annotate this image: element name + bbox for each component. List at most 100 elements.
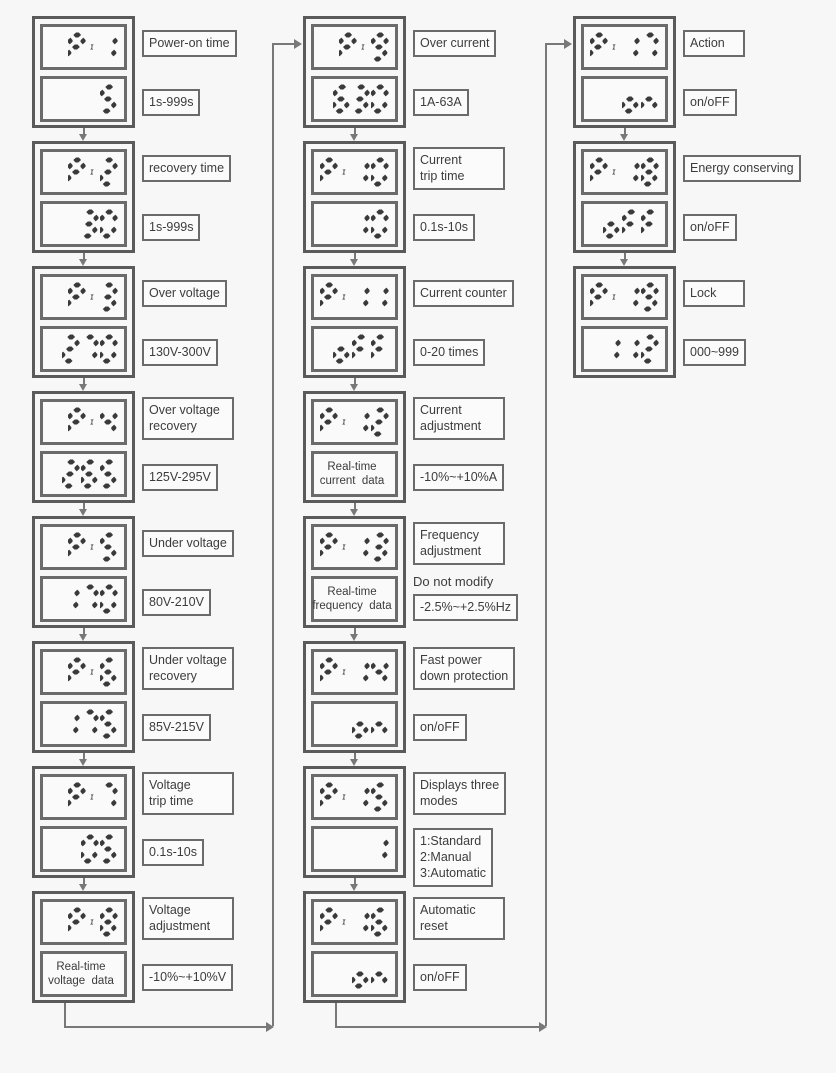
seven-segment-display	[68, 527, 119, 567]
device-p11[interactable]	[303, 266, 406, 378]
connector-arrow-down	[79, 884, 87, 891]
device-p15-label: Displays three modes	[413, 772, 507, 815]
device-p13-note: Do not modify	[413, 574, 494, 589]
device-p19[interactable]	[573, 266, 676, 378]
seven-segment-display	[62, 329, 119, 369]
seven-segment-display	[81, 204, 119, 244]
device-p1-range: 1s-999s	[142, 89, 201, 116]
device-p15[interactable]	[303, 766, 406, 878]
seven-segment-display	[68, 152, 119, 192]
seven-segment-display	[352, 954, 390, 994]
connector-arrow-down	[79, 134, 87, 141]
device-p12-value-text: Real-time current data	[319, 461, 385, 487]
device-p16-range: on/oFF	[413, 964, 467, 991]
device-p10[interactable]	[303, 141, 406, 253]
device-p7-value-panel	[40, 826, 127, 872]
device-p14-value-panel	[311, 701, 398, 747]
device-p11-label: Current counter	[413, 280, 514, 307]
intercol-1-rise	[272, 43, 274, 1026]
connector-arrow-down	[79, 384, 87, 391]
connector-arrow-down	[350, 259, 358, 266]
device-p11-value-panel	[311, 326, 398, 372]
device-p13-label: Frequency adjustment	[413, 522, 505, 565]
device-p8-value-text: Real-time voltage data	[48, 961, 114, 987]
device-p19-range: 000~999	[683, 339, 747, 366]
device-p9-label: Over current	[413, 30, 497, 57]
seven-segment-display	[333, 79, 390, 119]
device-p16-code-panel	[311, 899, 398, 945]
device-p14[interactable]	[303, 641, 406, 753]
device-p8[interactable]: Real-time voltage data	[32, 891, 135, 1003]
seven-segment-display	[333, 329, 390, 369]
seven-segment-display	[603, 329, 660, 369]
seven-segment-display	[320, 652, 390, 692]
device-p4[interactable]	[32, 391, 135, 503]
device-p7-label: Voltage trip time	[142, 772, 234, 815]
device-p13[interactable]: Real-time frequency data	[303, 516, 406, 628]
device-p13-range: -2.5%~+2.5%Hz	[413, 594, 519, 621]
device-p7[interactable]	[32, 766, 135, 878]
device-p12-range: -10%~+10%A	[413, 464, 505, 491]
device-p10-value-panel	[311, 201, 398, 247]
device-p3-code-panel	[40, 274, 127, 320]
device-p10-label: Current trip time	[413, 147, 505, 190]
seven-segment-display	[590, 27, 660, 67]
device-p12-label: Current adjustment	[413, 397, 505, 440]
device-p18-range: on/oFF	[683, 214, 737, 241]
intercol-2-down	[335, 1003, 337, 1026]
seven-segment-display	[603, 204, 660, 244]
seven-segment-display	[622, 79, 660, 119]
device-p2[interactable]	[32, 141, 135, 253]
device-p14-label: Fast power down protection	[413, 647, 516, 690]
device-p13-value-text: Real-time frequency data	[312, 586, 392, 612]
device-p16[interactable]	[303, 891, 406, 1003]
device-p12-value-panel: Real-time current data	[311, 451, 398, 497]
intercol-1-arrow-enter	[294, 39, 302, 49]
seven-segment-display	[81, 829, 119, 869]
seven-segment-display	[320, 902, 390, 942]
device-p9-code-panel	[311, 24, 398, 70]
seven-segment-display	[62, 704, 119, 744]
seven-segment-display	[590, 277, 660, 317]
device-p9[interactable]	[303, 16, 406, 128]
connector-arrow-down	[79, 634, 87, 641]
device-p1-code-panel	[40, 24, 127, 70]
connector-arrow-down	[350, 759, 358, 766]
device-p5-label: Under voltage	[142, 530, 234, 557]
intercol-2-right	[335, 1026, 545, 1028]
connector-arrow-down	[620, 259, 628, 266]
connector-arrow-down	[620, 134, 628, 141]
device-p15-code-panel	[311, 774, 398, 820]
device-p17[interactable]	[573, 16, 676, 128]
connector-arrow-down	[350, 884, 358, 891]
intercol-1-down	[64, 1003, 66, 1026]
seven-segment-display	[320, 527, 390, 567]
device-p18-value-panel	[581, 201, 668, 247]
seven-segment-display	[100, 79, 119, 119]
device-p19-label: Lock	[683, 280, 745, 307]
seven-segment-display	[62, 579, 119, 619]
device-p2-range: 1s-999s	[142, 214, 201, 241]
device-p7-range: 0.1s-10s	[142, 839, 204, 866]
device-p5[interactable]	[32, 516, 135, 628]
device-p10-code-panel	[311, 149, 398, 195]
device-p18[interactable]	[573, 141, 676, 253]
device-p4-label: Over voltage recovery	[142, 397, 234, 440]
device-p17-label: Action	[683, 30, 745, 57]
intercol-1-right	[64, 1026, 272, 1028]
device-p6-range: 85V-215V	[142, 714, 211, 741]
device-p1-label: Power-on time	[142, 30, 237, 57]
device-p6[interactable]	[32, 641, 135, 753]
device-p8-code-panel	[40, 899, 127, 945]
seven-segment-display	[62, 454, 119, 494]
device-p1[interactable]	[32, 16, 135, 128]
device-p3[interactable]	[32, 266, 135, 378]
seven-segment-display	[68, 777, 119, 817]
device-p19-value-panel	[581, 326, 668, 372]
seven-segment-display	[352, 704, 390, 744]
device-p12[interactable]: Real-time current data	[303, 391, 406, 503]
connector-arrow-down	[79, 259, 87, 266]
connector-arrow-down	[350, 634, 358, 641]
seven-segment-display	[320, 402, 390, 442]
device-p3-label: Over voltage	[142, 280, 227, 307]
